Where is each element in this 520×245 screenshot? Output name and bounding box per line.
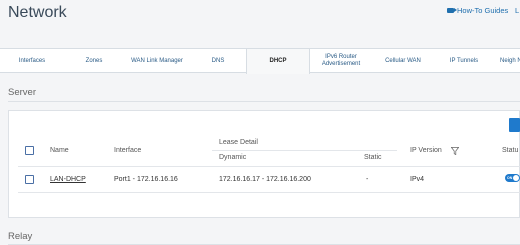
toggle-knob xyxy=(513,175,519,181)
row-interface: Port1 - 172.16.16.16 xyxy=(114,176,178,183)
column-header-dynamic[interactable]: Dynamic xyxy=(219,154,246,161)
tab-dns[interactable]: DNS xyxy=(190,49,246,73)
filter-icon[interactable] xyxy=(451,147,459,155)
column-header-interface[interactable]: Interface xyxy=(114,147,141,154)
server-section-title: Server xyxy=(8,87,36,98)
page-title: Network xyxy=(8,4,67,21)
section-divider xyxy=(8,101,520,102)
how-to-guides-link[interactable]: How-To Guides xyxy=(447,6,508,15)
header-row-divider xyxy=(18,166,520,167)
lease-detail-divider xyxy=(212,150,397,151)
network-tabs: Interfaces Zones WAN Link Manager DNS DH… xyxy=(0,48,520,74)
page-header: Network How-To Guides L xyxy=(0,0,520,40)
toggle-label: ON xyxy=(507,176,513,180)
column-header-static[interactable]: Static xyxy=(364,154,382,161)
lease-detail-header: Lease Detail xyxy=(219,139,258,146)
tab-interfaces[interactable]: Interfaces xyxy=(0,49,64,73)
tab-zones[interactable]: Zones xyxy=(64,49,124,73)
row-checkbox[interactable] xyxy=(25,175,34,184)
column-header-status[interactable]: Statu xyxy=(502,147,518,154)
row-static: - xyxy=(366,176,369,183)
row-dynamic-range: 172.16.16.17 - 172.16.16.200 xyxy=(219,176,311,183)
how-to-guides-label: How-To Guides xyxy=(457,6,509,15)
column-header-name[interactable]: Name xyxy=(50,147,69,154)
header-extra-link[interactable]: L xyxy=(515,6,519,15)
relay-section-title: Relay xyxy=(8,231,33,242)
tab-ipv6-router-advertisement[interactable]: IPv6 Router Advertisement xyxy=(310,49,372,73)
row-ip-version: IPv4 xyxy=(410,176,425,183)
tab-cellular-wan[interactable]: Cellular WAN xyxy=(372,49,434,73)
video-icon xyxy=(447,8,457,13)
row-divider xyxy=(18,192,520,193)
tab-wan-link-manager[interactable]: WAN Link Manager xyxy=(124,49,190,73)
tab-neighbors[interactable]: Neigh N xyxy=(494,49,520,73)
status-toggle[interactable]: ON xyxy=(505,174,520,182)
server-table-panel xyxy=(8,110,520,218)
dhcp-server-name-link[interactable]: LAN-DHCP xyxy=(50,176,86,183)
tab-dhcp[interactable]: DHCP xyxy=(246,49,310,74)
column-header-ip-version[interactable]: IP Version xyxy=(410,147,442,154)
add-button[interactable] xyxy=(509,118,520,132)
tab-ip-tunnels[interactable]: IP Tunnels xyxy=(434,49,494,73)
select-all-checkbox[interactable] xyxy=(25,146,34,155)
